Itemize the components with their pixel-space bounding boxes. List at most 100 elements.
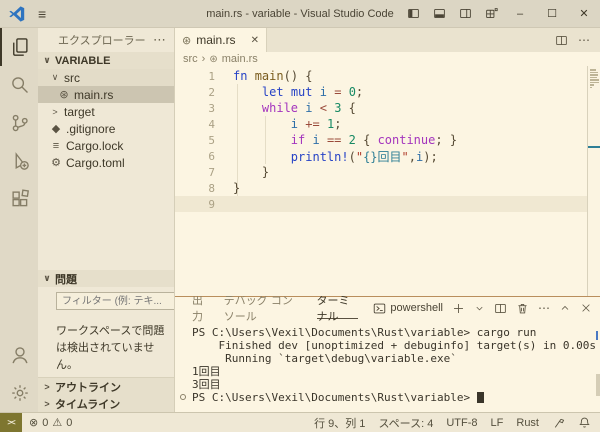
bottom-panel: 出力デバッグ コンソールターミナル powershell ⋯ <box>175 296 600 412</box>
activity-item-search[interactable] <box>0 66 38 104</box>
status-item-notifications[interactable] <box>578 416 591 429</box>
terminal-icon <box>373 302 386 315</box>
minimap[interactable] <box>587 66 600 296</box>
tree-item-src[interactable]: ∨src <box>38 69 174 86</box>
shell-selector[interactable]: powershell <box>373 302 443 315</box>
tree-item-target[interactable]: >target <box>38 103 174 120</box>
status-item-indentation[interactable]: スペース: 4 <box>378 415 433 431</box>
workspace-section-header[interactable]: ∨ VARIABLE <box>38 52 174 69</box>
status-item-eol[interactable]: LF <box>491 417 504 429</box>
problems-message: ワークスペースで問題は検出されていません。 <box>38 315 174 377</box>
minimize-button[interactable]: – <box>504 0 536 27</box>
line-number: 8 <box>175 182 215 195</box>
line-number: 7 <box>175 166 215 179</box>
terminal-cursor <box>477 392 484 403</box>
layout-sidebar-icon[interactable] <box>400 0 426 27</box>
problems-section-header[interactable]: ∨ 問題 <box>38 270 174 287</box>
panel-more-actions-icon[interactable]: ⋯ <box>538 301 550 315</box>
tree-item-gitignore[interactable]: ◆.gitignore <box>38 120 174 137</box>
editor-more-actions-icon[interactable]: ⋯ <box>578 33 590 47</box>
warning-icon: ⚠ <box>52 416 62 429</box>
status-bar: >< ⊗ 0 ⚠ 0 行 9、列 1 スペース: 4 UTF-8 LF Rust <box>0 412 600 432</box>
terminal-line: PS C:\Users\Vexil\Documents\Rust\variabl… <box>192 391 586 404</box>
panel-header: 出力デバッグ コンソールターミナル powershell ⋯ <box>175 297 600 319</box>
title-bar: ≡ main.rs - variable - Visual Studio Cod… <box>0 0 600 28</box>
remote-indicator[interactable]: >< <box>0 413 22 432</box>
terminal-line: PS C:\Users\Vexil\Documents\Rust\variabl… <box>192 326 586 339</box>
terminal[interactable]: PS C:\Users\Vexil\Documents\Rust\variabl… <box>175 319 600 412</box>
minimap-cursor-mark <box>588 146 600 148</box>
split-terminal-icon[interactable] <box>494 302 507 315</box>
layout-customize-icon[interactable] <box>478 0 504 27</box>
status-item-language-status[interactable] <box>552 416 565 429</box>
problems-filter-box <box>56 292 175 310</box>
close-button[interactable]: ✕ <box>568 0 600 27</box>
code-line-8[interactable]: 8} <box>175 180 587 196</box>
chevron-down-icon: ∨ <box>42 55 52 66</box>
debug-icon <box>10 151 30 171</box>
problems-filter-input[interactable] <box>60 295 175 308</box>
activity-item-settings[interactable] <box>0 374 38 412</box>
layout-panel-icon[interactable] <box>426 0 452 27</box>
code-line-3[interactable]: 3 while i < 3 { <box>175 100 587 116</box>
code-editor[interactable]: 1fn main() {2 let mut i = 0;3 while i < … <box>175 66 600 296</box>
terminal-line: Running `target\debug\variable.exe` <box>192 352 586 365</box>
activity-item-account[interactable] <box>0 336 38 374</box>
rust-file-icon: ⊛ <box>58 88 70 101</box>
panel-tab-[interactable]: 出力 <box>192 297 209 319</box>
close-panel-icon[interactable] <box>580 302 592 314</box>
activity-item-source-control[interactable] <box>0 104 38 142</box>
rust-file-icon: ⊛ <box>209 54 217 65</box>
code-line-9[interactable]: 9 <box>175 196 587 212</box>
rust-file-icon: ⊛ <box>182 34 191 47</box>
tree-item-Cargolock[interactable]: ≡Cargo.lock <box>38 137 174 154</box>
command-decoration-icon[interactable] <box>180 394 186 400</box>
code-line-1[interactable]: 1fn main() { <box>175 68 587 84</box>
problems-status[interactable]: ⊗ 0 ⚠ 0 <box>22 416 72 429</box>
search-icon <box>10 75 30 95</box>
code-line-6[interactable]: 6 println!("{}回目",i); <box>175 148 587 164</box>
maximize-panel-icon[interactable] <box>559 302 571 314</box>
panel-tab-active[interactable]: ターミナル <box>317 297 359 319</box>
timeline-section-header[interactable]: > タイムライン <box>38 395 174 412</box>
terminal-line: Finished dev [unoptimized + debuginfo] t… <box>192 339 586 352</box>
breadcrumb[interactable]: src › ⊛ main.rs <box>175 52 600 66</box>
language-status-icon <box>552 416 565 429</box>
terminal-line: 1回目 <box>192 365 586 378</box>
kill-terminal-icon[interactable] <box>516 302 529 315</box>
chevron-down-icon: ∨ <box>42 273 52 284</box>
tab-main-rs[interactable]: ⊛ main.rs ✕ <box>175 28 267 52</box>
status-item-language-mode[interactable]: Rust <box>516 417 539 429</box>
tree-item-mainrs[interactable]: ⊛main.rs <box>38 86 174 103</box>
layout-secondary-sidebar-icon[interactable] <box>452 0 478 27</box>
panel-tab-[interactable]: デバッグ コンソール <box>224 297 302 319</box>
lock-file-icon: ≡ <box>50 140 62 152</box>
vscode-window: ≡ main.rs - variable - Visual Studio Cod… <box>0 0 600 432</box>
git-icon: ◆ <box>50 122 62 135</box>
status-item-cursor-position[interactable]: 行 9、列 1 <box>314 415 365 431</box>
line-number: 5 <box>175 134 215 147</box>
tab-close-icon[interactable]: ✕ <box>251 35 259 46</box>
code-line-5[interactable]: 5 if i == 2 { continue; } <box>175 132 587 148</box>
split-editor-icon[interactable] <box>555 34 568 47</box>
activity-item-extensions[interactable] <box>0 180 38 218</box>
outline-section-header[interactable]: > アウトライン <box>38 377 174 395</box>
maximize-button[interactable]: ☐ <box>536 0 568 27</box>
activity-item-run-debug[interactable] <box>0 142 38 180</box>
new-terminal-icon[interactable] <box>452 302 465 315</box>
code-line-7[interactable]: 7 } <box>175 164 587 180</box>
explorer-more-actions-icon[interactable]: ⋯ <box>153 32 166 48</box>
menu-icon[interactable]: ≡ <box>38 6 46 22</box>
code-line-2[interactable]: 2 let mut i = 0; <box>175 84 587 100</box>
line-number: 9 <box>175 198 215 211</box>
terminal-dropdown-icon[interactable] <box>474 303 485 314</box>
editor-tab-bar: ⊛ main.rs ✕ ⋯ <box>175 28 600 52</box>
activity-bar <box>0 28 38 412</box>
line-number: 6 <box>175 150 215 163</box>
code-line-4[interactable]: 4 i += 1; <box>175 116 587 132</box>
status-item-encoding[interactable]: UTF-8 <box>446 417 477 429</box>
source-control-icon <box>10 113 30 133</box>
terminal-scrollbar[interactable] <box>596 374 600 396</box>
tree-item-Cargotoml[interactable]: ⚙Cargo.toml <box>38 154 174 171</box>
activity-item-explorer[interactable] <box>0 28 38 66</box>
